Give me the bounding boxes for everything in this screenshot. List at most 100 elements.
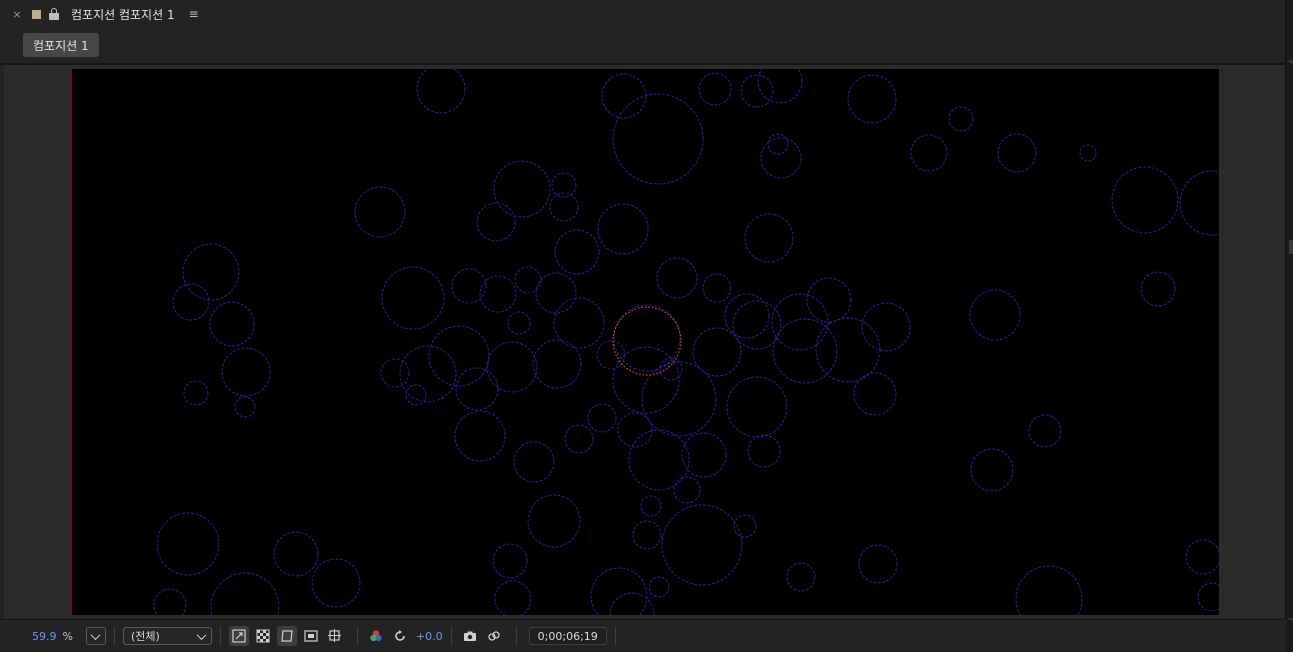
fast-preview-icon[interactable] [228, 626, 249, 646]
particle-circle [910, 134, 948, 172]
particle-circle [772, 318, 838, 384]
particle-circle [507, 311, 531, 335]
particle-circle [698, 72, 732, 106]
particle-circle [416, 69, 466, 114]
particle-circle [628, 429, 690, 491]
particle-circle [455, 367, 499, 411]
panel-menu-icon[interactable]: ≡ [189, 7, 199, 21]
toolbar-separator [356, 627, 358, 645]
particle-circle [492, 543, 528, 579]
particle-circle [847, 74, 897, 124]
particle-circle [454, 410, 506, 462]
particle-circle [732, 300, 782, 350]
particle-circle [476, 202, 516, 242]
particle-circle [747, 434, 781, 468]
particle-circle [172, 283, 210, 321]
particle-circle [1185, 539, 1219, 575]
tab-composition-1[interactable]: 컴포지션 1 [23, 33, 99, 57]
particle-circle [428, 325, 490, 387]
exposure-value[interactable]: +0.0 [416, 630, 443, 643]
particle-circle [969, 289, 1021, 341]
edge-tick [1289, 240, 1293, 254]
right-panel-edge [1286, 0, 1293, 652]
composition-panel: × 컴포지션 컴포지션 1 ≡ 컴포지션 1 59.9 % (전체) +0.0 … [0, 0, 1286, 652]
particle-circle [640, 495, 662, 517]
particle-circle [153, 588, 187, 615]
reset-exposure-icon[interactable] [390, 626, 410, 646]
zoom-value[interactable]: 59.9 [32, 630, 57, 643]
particle-circle [853, 372, 897, 416]
particle-circle [858, 544, 898, 584]
particle-circle [997, 133, 1037, 173]
particle-circle [564, 424, 594, 454]
particle-circle [311, 558, 361, 608]
panel-title-bar: × 컴포지션 컴포지션 1 ≡ [0, 0, 1286, 28]
particle-circle [612, 93, 704, 185]
camera-snapshot-icon[interactable] [460, 626, 480, 646]
particle-circle [815, 317, 881, 383]
particle-circle [381, 266, 445, 330]
particle-circle [726, 376, 788, 438]
particle-circle [692, 327, 742, 377]
particle-circle [970, 448, 1014, 492]
particle-circle [532, 339, 582, 389]
particle-circle [702, 273, 732, 303]
particle-circle [1015, 565, 1083, 615]
particle-circle [673, 476, 701, 504]
edge-tick [1289, 60, 1293, 63]
zoom-unit: % [62, 629, 73, 643]
particle-circle [554, 229, 600, 275]
toolbar-separator [219, 627, 221, 645]
particle-circle [380, 358, 410, 388]
close-panel-button[interactable]: × [10, 8, 24, 21]
particle-circle [724, 293, 770, 339]
particle-circle [1111, 166, 1179, 234]
selected-layer-circle[interactable] [612, 306, 682, 376]
particle-circle [354, 186, 406, 238]
particle-circle [648, 576, 670, 598]
particle-circle [493, 160, 551, 218]
label-color-swatch[interactable] [32, 9, 41, 19]
particle-circle [744, 213, 794, 263]
particle-circle [757, 69, 803, 104]
particle-circles [153, 69, 1219, 615]
resolution-value: (전체) [130, 630, 160, 643]
particle-circle [601, 73, 647, 119]
particle-circle [740, 74, 774, 108]
particle-circle [209, 301, 255, 347]
particle-circle [1079, 144, 1097, 162]
panel-title: 컴포지션 컴포지션 1 [71, 7, 175, 22]
particle-circle [861, 302, 911, 352]
color-channels-icon[interactable] [366, 626, 386, 646]
resolution-select[interactable]: (전체) [122, 627, 212, 645]
composition-canvas[interactable] [70, 69, 1219, 615]
particle-circle [273, 531, 319, 577]
show-snapshot-icon[interactable] [484, 626, 504, 646]
particle-circle [514, 266, 542, 294]
chevron-down-icon [196, 629, 207, 640]
particle-circle [587, 403, 617, 433]
particle-circle [806, 277, 852, 323]
toolbar-separator [515, 627, 517, 645]
particle-circle [210, 572, 280, 615]
toolbar-separator [450, 627, 452, 645]
particle-circle [767, 133, 789, 155]
particle-circle [513, 441, 555, 483]
particle-circle [681, 432, 727, 478]
transparency-grid-icon[interactable] [253, 626, 273, 646]
edge-tick [1289, 618, 1293, 620]
zoom-dropdown-button[interactable] [85, 627, 106, 645]
particle-circle [494, 580, 532, 615]
particle-circle [1028, 414, 1062, 448]
toolbar-separator [113, 627, 115, 645]
particle-circle [661, 504, 743, 586]
particle-circle [479, 275, 517, 313]
particle-circle [656, 257, 698, 299]
particle-circle [535, 272, 577, 314]
current-time-display[interactable]: 0;00;06;19 [528, 627, 607, 645]
lock-icon[interactable] [49, 8, 59, 20]
grid-guides-icon[interactable] [325, 626, 345, 646]
mask-visibility-icon[interactable] [276, 626, 297, 646]
region-of-interest-icon[interactable] [301, 626, 321, 646]
particle-circle [156, 512, 220, 576]
